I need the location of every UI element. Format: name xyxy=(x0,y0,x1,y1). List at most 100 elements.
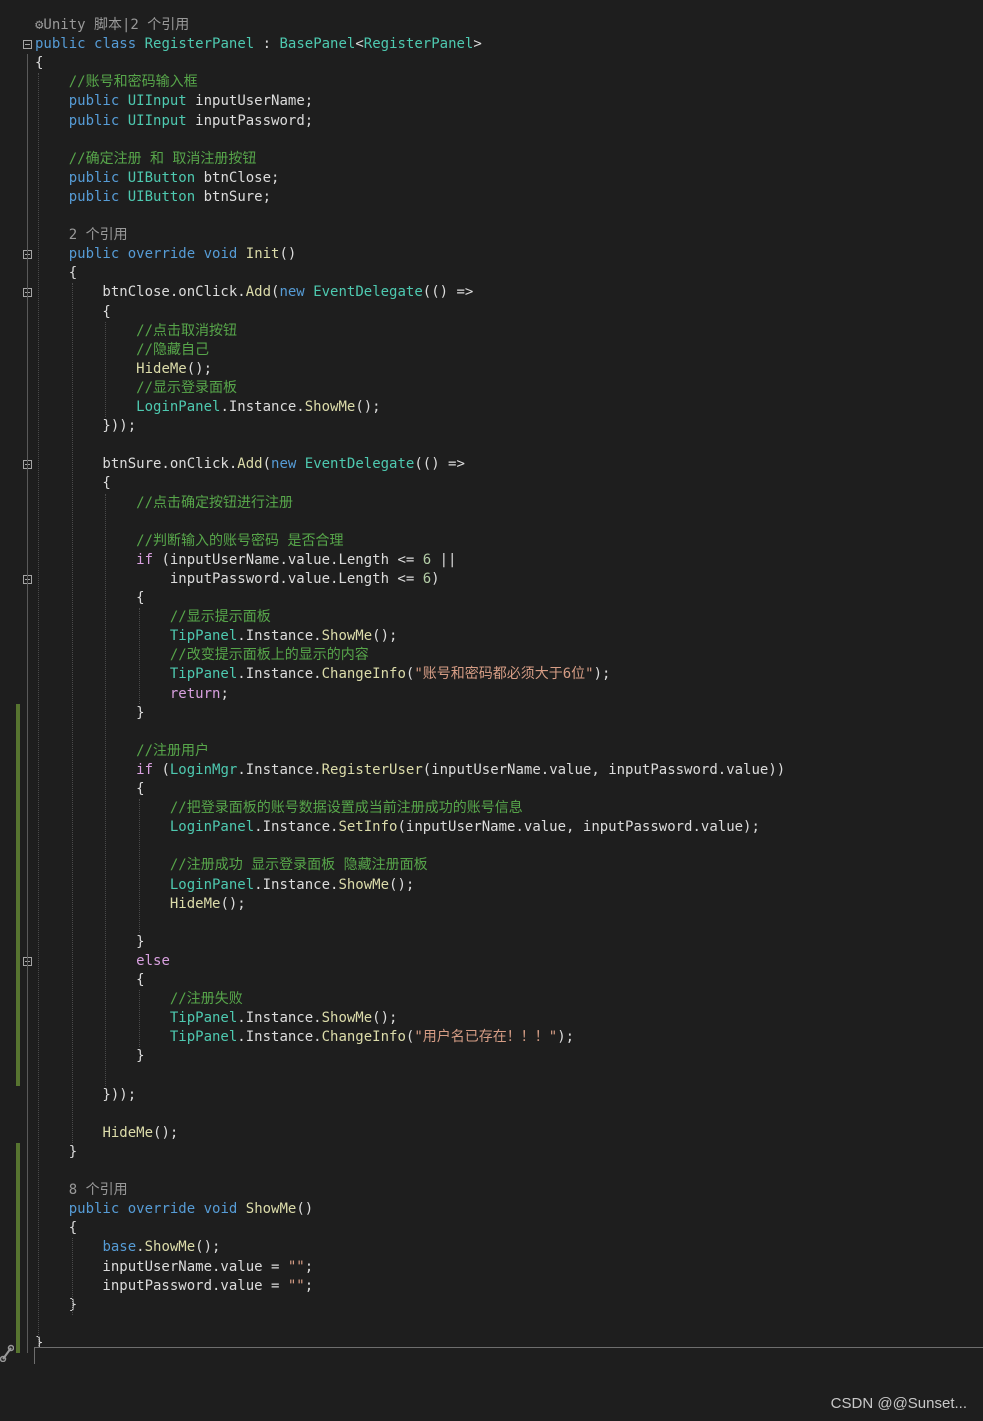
link-icon[interactable] xyxy=(0,1344,14,1362)
code-line[interactable]: //把登录面板的账号数据设置成当前注册成功的账号信息 xyxy=(35,799,523,818)
code-token: //点击取消按钮 xyxy=(136,322,238,339)
code-line[interactable]: TipPanel.Instance.ShowMe(); xyxy=(35,1009,398,1028)
code-line[interactable]: 2 个引用 xyxy=(35,226,128,245)
code-line[interactable]: public override void ShowMe() xyxy=(35,1200,313,1219)
code-line[interactable]: { xyxy=(35,971,144,990)
code-token: ; xyxy=(304,1258,314,1275)
code-line[interactable]: } xyxy=(35,1047,145,1066)
code-line[interactable]: //判断输入的账号密码 是否合理 xyxy=(35,532,343,551)
code-token: btnSure; xyxy=(195,188,272,205)
code-token: btnClose; xyxy=(195,169,280,186)
code-line[interactable]: btnSure.onClick.Add(new EventDelegate(()… xyxy=(35,455,465,474)
code-line[interactable]: TipPanel.Instance.ChangeInfo("账号和密码都必须大于… xyxy=(35,665,611,684)
code-line[interactable]: //隐藏自己 xyxy=(35,341,209,360)
code-line[interactable]: //显示提示面板 xyxy=(35,608,271,627)
code-line[interactable]: } xyxy=(35,704,144,723)
code-token: UIButton xyxy=(127,169,196,186)
code-token: .Instance. xyxy=(237,666,322,683)
code-token: void xyxy=(203,246,238,263)
code-token: .Instance. xyxy=(237,1029,322,1046)
code-token: //显示提示面板 xyxy=(169,609,271,626)
code-line[interactable]: //账号和密码输入框 xyxy=(35,73,198,92)
code-line[interactable]: public UIButton btnSure; xyxy=(35,188,271,207)
code-line[interactable]: if (LoginMgr.Instance.RegisterUser(input… xyxy=(35,761,785,780)
indent-guide xyxy=(105,493,107,1086)
code-line[interactable]: })); xyxy=(35,1086,136,1105)
code-token: })); xyxy=(35,418,137,435)
code-line[interactable]: base.ShowMe(); xyxy=(35,1238,220,1257)
code-line[interactable]: //注册成功 显示登录面板 隐藏注册面板 xyxy=(35,856,428,875)
code-line[interactable]: { xyxy=(35,1219,77,1238)
code-token: ShowMe xyxy=(321,1010,373,1027)
code-line[interactable]: btnClose.onClick.Add(new EventDelegate((… xyxy=(35,283,473,302)
code-line[interactable]: { xyxy=(35,589,145,608)
code-token: (); xyxy=(153,1124,179,1141)
fold-toggle-icon[interactable] xyxy=(23,40,32,50)
indent-guide xyxy=(71,1238,74,1315)
code-editor[interactable]: ⚙Unity 脚本|2 个引用 public class RegisterPane… xyxy=(0,0,983,1421)
code-token: //确定注册 和 取消注册按钮 xyxy=(68,150,257,167)
codelens-text[interactable]: 2 个引用 xyxy=(69,227,128,243)
code-line[interactable]: TipPanel.Instance.ShowMe(); xyxy=(35,627,398,646)
indent-guide xyxy=(139,608,141,704)
code-token: } xyxy=(35,1048,145,1065)
code-token: public xyxy=(68,1201,120,1218)
code-token: ); xyxy=(593,666,611,683)
code-line[interactable]: { xyxy=(35,264,77,283)
code-token: ( xyxy=(153,761,170,778)
code-line[interactable]: { xyxy=(35,54,43,73)
indent-guide xyxy=(38,73,40,1353)
horizontal-scrollbar[interactable] xyxy=(34,1347,983,1364)
change-marker xyxy=(16,1142,20,1353)
code-line[interactable]: LoginPanel.Instance.ShowMe(); xyxy=(35,876,414,895)
code-token: class xyxy=(94,36,137,53)
codelens-text[interactable]: ⚙Unity 脚本|2 个引用 xyxy=(35,17,189,33)
code-token: (); xyxy=(220,895,246,912)
code-line[interactable]: LoginPanel.Instance.ShowMe(); xyxy=(35,398,380,417)
code-line[interactable]: public class RegisterPanel : BasePanel<R… xyxy=(35,35,482,54)
code-line[interactable]: HideMe(); xyxy=(35,360,212,379)
code-line[interactable]: } xyxy=(35,1143,77,1162)
code-token: ( xyxy=(262,456,272,473)
code-line[interactable]: { xyxy=(35,780,144,799)
code-line[interactable]: })); xyxy=(35,417,136,436)
code-token: override xyxy=(127,246,196,263)
code-token: { xyxy=(35,590,145,606)
code-line[interactable]: TipPanel.Instance.ChangeInfo("用户名已存在！！！"… xyxy=(35,1028,574,1047)
code-line[interactable]: public UIButton btnClose; xyxy=(35,169,280,188)
code-line[interactable]: inputPassword.value.Length <= 6) xyxy=(35,570,440,589)
code-line[interactable]: //点击取消按钮 xyxy=(35,322,237,341)
code-line[interactable]: else xyxy=(35,952,170,971)
code-line[interactable]: public UIInput inputUserName; xyxy=(35,92,313,111)
code-line[interactable]: //确定注册 和 取消注册按钮 xyxy=(35,150,257,169)
code-line[interactable]: //注册用户 xyxy=(35,742,209,761)
code-token: (); xyxy=(372,628,398,645)
code-line[interactable]: inputUserName.value = ""; xyxy=(35,1258,313,1277)
code-line[interactable]: if (inputUserName.value.Length <= 6 || xyxy=(35,551,456,570)
code-token: (inputUserName.value, inputPassword.valu… xyxy=(422,761,786,778)
code-line[interactable]: public UIInput inputPassword; xyxy=(35,112,313,131)
code-line[interactable]: } xyxy=(35,933,144,952)
code-line[interactable]: //显示登录面板 xyxy=(35,379,237,398)
codelens-text[interactable]: 8 个引用 xyxy=(69,1182,128,1198)
code-line[interactable]: //改变提示面板上的显示的内容 xyxy=(35,646,369,665)
code-line[interactable]: public override void Init() xyxy=(35,245,297,264)
code-line[interactable]: ⚙Unity 脚本|2 个引用 xyxy=(35,16,189,35)
code-line[interactable]: 8 个引用 xyxy=(35,1181,128,1200)
code-line[interactable]: HideMe(); xyxy=(35,1124,178,1143)
code-line[interactable]: return; xyxy=(35,685,229,704)
code-line[interactable]: LoginPanel.Instance.SetInfo(inputUserNam… xyxy=(35,818,760,837)
code-line[interactable]: inputPassword.value = ""; xyxy=(35,1277,313,1296)
